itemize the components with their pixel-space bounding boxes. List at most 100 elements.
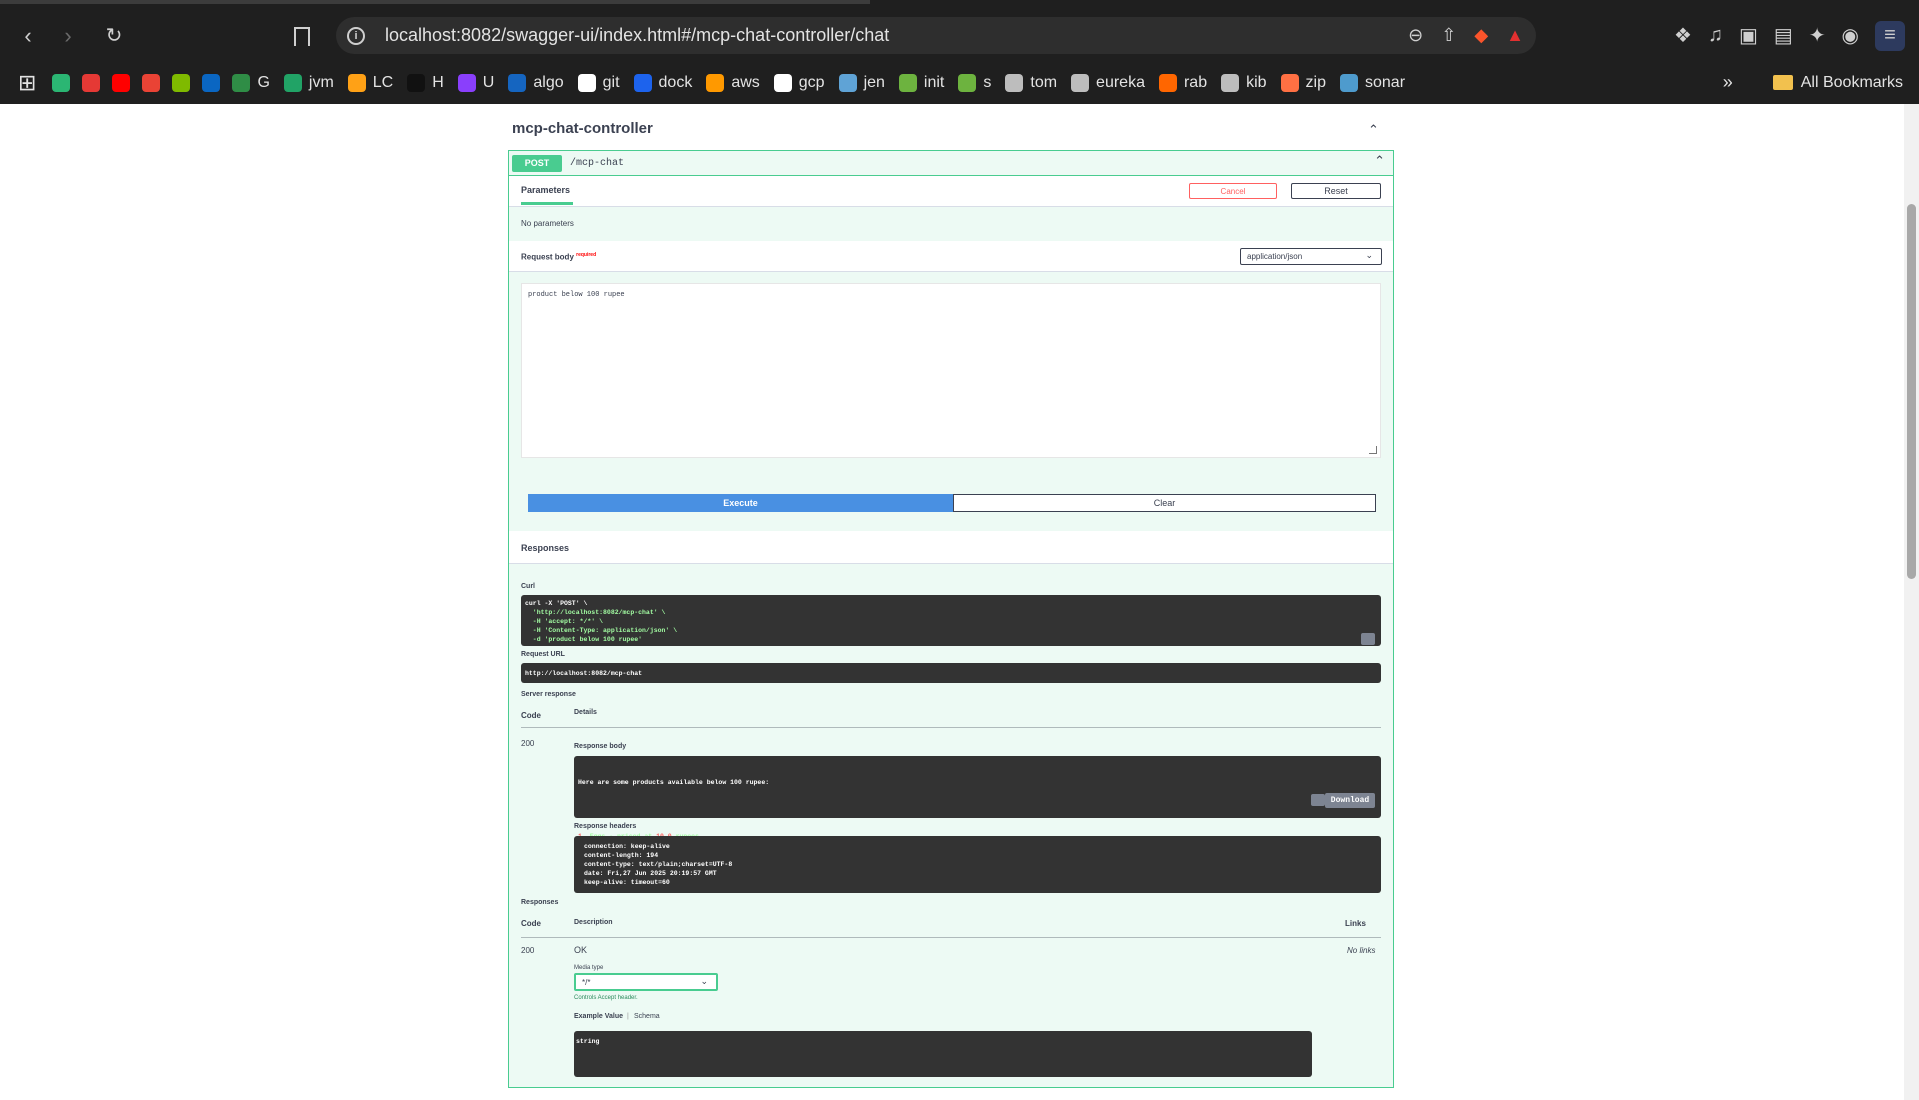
extensions-icon[interactable]: ❖ xyxy=(1674,23,1692,48)
cancel-button[interactable]: Cancel xyxy=(1189,183,1277,199)
bookmark-item[interactable] xyxy=(202,73,221,92)
url-text[interactable]: localhost:8082/swagger-ui/index.html#/mc… xyxy=(385,25,889,46)
bookmark-item[interactable]: algo xyxy=(508,73,564,92)
media-icon[interactable]: ♫ xyxy=(1708,24,1723,47)
bookmark-favicon-icon xyxy=(773,73,792,92)
brave-rewards-icon[interactable]: ▲ xyxy=(1506,25,1524,46)
zoom-icon[interactable]: ⊖ xyxy=(1408,25,1423,46)
address-bar[interactable]: i localhost:8082/swagger-ui/index.html#/… xyxy=(336,17,1536,54)
bookmark-favicon-icon xyxy=(1280,73,1299,92)
browser-toolbar: ‹ › ↻ i localhost:8082/swagger-ui/index.… xyxy=(0,10,1919,61)
operation-header[interactable]: POST /mcp-chat ⌃ xyxy=(509,151,1393,176)
copy-icon[interactable] xyxy=(1361,633,1375,645)
folder-icon xyxy=(1772,75,1793,90)
bookmark-favicon-icon xyxy=(1005,73,1024,92)
bookmark-item[interactable] xyxy=(112,73,131,92)
bookmark-item[interactable] xyxy=(142,73,161,92)
required-marker: required xyxy=(576,252,597,258)
apps-icon[interactable]: ⊞ xyxy=(18,70,36,96)
reload-button[interactable]: ↻ xyxy=(96,18,132,54)
example-value-block[interactable]: string xyxy=(574,1031,1312,1077)
media-type-value: */* xyxy=(582,977,591,987)
download-button[interactable]: Download xyxy=(1325,793,1375,808)
reset-button[interactable]: Reset xyxy=(1291,183,1381,199)
schema-tab[interactable]: Schema xyxy=(634,1013,660,1020)
leo-ai-icon[interactable]: ✦ xyxy=(1809,23,1826,48)
bookmark-item[interactable]: kib xyxy=(1221,73,1267,92)
bookmark-item[interactable]: LC xyxy=(347,73,393,92)
site-info-icon[interactable]: i xyxy=(347,26,365,45)
bookmark-item[interactable]: jen xyxy=(838,73,885,92)
chevron-down-icon: ⌄ xyxy=(700,976,708,986)
bookmark-favicon-icon xyxy=(172,73,191,92)
bookmark-label: init xyxy=(923,73,945,91)
bookmark-item[interactable]: aws xyxy=(706,73,760,92)
bookmark-item[interactable]: U xyxy=(457,73,494,92)
bookmark-label: algo xyxy=(533,73,564,91)
description-header: Description xyxy=(574,919,613,926)
bookmark-item[interactable]: H xyxy=(407,73,444,92)
bookmark-item[interactable]: dock xyxy=(633,73,692,92)
bookmark-item[interactable]: gcp xyxy=(773,73,825,92)
vpn-icon[interactable]: ◉ xyxy=(1842,23,1859,48)
collapse-chevron-icon[interactable]: ⌃ xyxy=(1368,122,1379,138)
bookmark-item[interactable]: s xyxy=(958,73,992,92)
back-button[interactable]: ‹ xyxy=(10,18,46,54)
bookmark-item[interactable]: sonar xyxy=(1340,73,1406,92)
bookmark-label: rab xyxy=(1183,73,1208,91)
all-bookmarks-link[interactable]: All Bookmarks xyxy=(1801,74,1903,92)
menu-icon[interactable]: ≡ xyxy=(1875,20,1905,51)
endpoint-path: /mcp-chat xyxy=(570,157,625,169)
operation-chevron-icon[interactable]: ⌃ xyxy=(1374,153,1385,169)
bookmark-label: s xyxy=(983,73,992,91)
request-url-block[interactable]: http://localhost:8082/mcp-chat xyxy=(521,663,1381,683)
active-tab[interactable] xyxy=(0,0,870,4)
copy-icon[interactable] xyxy=(1311,794,1325,806)
execute-button[interactable]: Execute xyxy=(528,494,953,512)
bookmark-item[interactable]: git xyxy=(577,73,620,92)
curl-line: -d 'product below 100 rupee' xyxy=(525,636,643,643)
response-body-block[interactable]: Here are some products available below 1… xyxy=(574,756,1381,867)
resize-handle-icon[interactable] xyxy=(1369,446,1377,454)
operation-panel: POST /mcp-chat ⌃ Parameters Cancel Reset… xyxy=(508,150,1394,1088)
bookmark-item[interactable] xyxy=(172,73,191,92)
bookmark-item[interactable]: rab xyxy=(1158,73,1208,92)
bookmark-item[interactable]: G xyxy=(232,73,270,92)
scrollbar[interactable] xyxy=(1904,104,1919,1100)
response-headers-label: Response headers xyxy=(574,823,637,830)
bookmark-label: sonar xyxy=(1365,73,1406,91)
server-response-label: Server response xyxy=(521,691,576,698)
tab-underline xyxy=(521,202,573,205)
bookmark-label: aws xyxy=(731,73,760,91)
media-type-select[interactable]: */* ⌄ xyxy=(574,973,718,991)
bookmark-icon[interactable] xyxy=(294,27,310,46)
scrollbar-thumb[interactable] xyxy=(1907,204,1916,579)
bookmark-item[interactable] xyxy=(82,73,101,92)
links-header: Links xyxy=(1345,919,1366,928)
example-value-tab[interactable]: Example Value xyxy=(574,1013,623,1020)
bookmark-favicon-icon xyxy=(838,73,857,92)
bookmark-favicon-icon xyxy=(577,73,596,92)
example-value-text: string xyxy=(576,1038,600,1045)
bookmark-item[interactable]: zip xyxy=(1280,73,1326,92)
bookmark-item[interactable]: tom xyxy=(1005,73,1057,92)
bookmark-favicon-icon xyxy=(232,73,251,92)
wallet-icon[interactable]: ▤ xyxy=(1774,23,1793,48)
curl-block[interactable]: curl -X 'POST' \ 'http://localhost:8082/… xyxy=(521,595,1381,646)
content-type-select[interactable]: application/json ⌄ xyxy=(1240,248,1382,265)
brave-shield-icon[interactable]: ◆ xyxy=(1474,25,1488,46)
tab-parameters[interactable]: Parameters xyxy=(521,185,570,195)
forward-button[interactable]: › xyxy=(50,18,86,54)
bookmark-favicon-icon xyxy=(82,73,101,92)
response-headers-block[interactable]: connection: keep-alive content-length: 19… xyxy=(574,836,1381,893)
request-body-textarea[interactable]: product below 100 rupee xyxy=(521,283,1381,458)
clear-button[interactable]: Clear xyxy=(953,494,1376,512)
bookmark-item[interactable]: eureka xyxy=(1071,73,1145,92)
bookmark-item[interactable]: jvm xyxy=(283,73,334,92)
sidebar-icon[interactable]: ▣ xyxy=(1739,23,1758,48)
bookmark-item[interactable]: init xyxy=(898,73,945,92)
section-title[interactable]: mcp-chat-controller xyxy=(512,120,653,137)
more-bookmarks-icon[interactable]: » xyxy=(1723,72,1733,93)
bookmark-item[interactable] xyxy=(52,73,71,92)
share-icon[interactable]: ⇧ xyxy=(1441,25,1456,46)
